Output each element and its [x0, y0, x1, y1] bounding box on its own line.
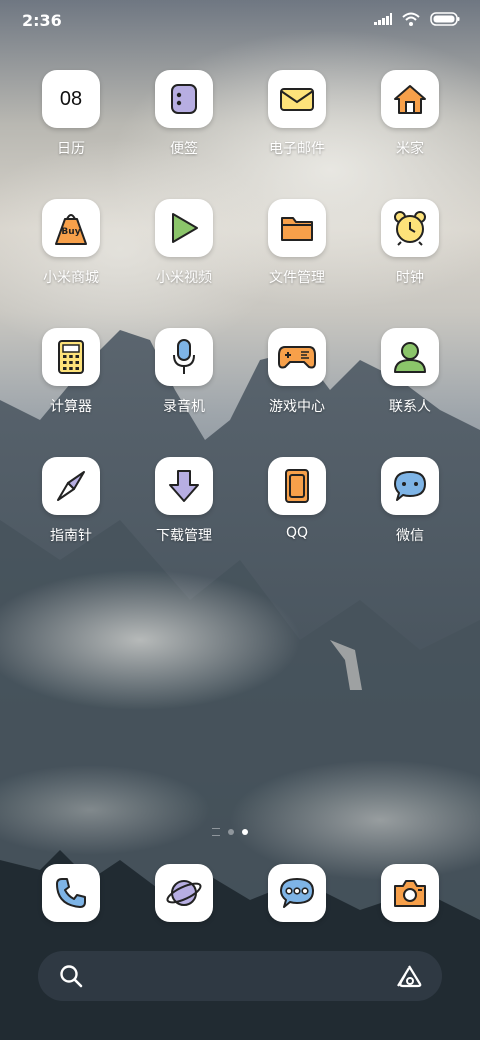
status-bar: 2:36	[0, 0, 480, 44]
app-calendar[interactable]: 08 日历	[16, 70, 126, 190]
app-icon-tile	[268, 864, 326, 922]
app-icon-tile	[155, 864, 213, 922]
compass-icon	[57, 471, 85, 501]
shopping-bag-icon: Buy	[54, 209, 88, 247]
app-label: 游戏中心	[269, 399, 325, 415]
app-label: 联系人	[389, 399, 431, 415]
app-label: 电子邮件	[269, 141, 325, 157]
search-bar[interactable]	[38, 951, 442, 1001]
folder-icon	[281, 217, 313, 241]
app-mi-store[interactable]: Buy 小米商城	[16, 199, 126, 319]
qq-icon	[285, 469, 309, 503]
app-icon-tile	[268, 70, 326, 128]
app-compass[interactable]: 指南针	[16, 457, 126, 577]
app-contacts[interactable]: 联系人	[355, 328, 465, 448]
app-qq[interactable]: QQ	[242, 457, 352, 577]
calculator-icon	[58, 340, 84, 374]
gamepad-icon	[278, 346, 316, 369]
home-icon	[394, 85, 426, 114]
app-clock[interactable]: 时钟	[355, 199, 465, 319]
app-mi-video[interactable]: 小米视频	[129, 199, 239, 319]
app-icon-tile	[268, 328, 326, 386]
app-label: 米家	[396, 141, 424, 157]
app-icon-tile	[268, 199, 326, 257]
app-label: 小米视频	[156, 270, 212, 286]
app-icon-tile	[155, 328, 213, 386]
status-time: 2:36	[22, 11, 62, 30]
dock-messages[interactable]	[242, 864, 352, 924]
contact-person-icon	[394, 342, 426, 373]
app-icon-tile	[381, 328, 439, 386]
microphone-icon	[173, 339, 195, 374]
app-label: 计算器	[50, 399, 92, 415]
download-arrow-icon	[169, 470, 199, 502]
app-icon-tile	[381, 199, 439, 257]
app-calculator[interactable]: 计算器	[16, 328, 126, 448]
app-label: 小米商城	[43, 270, 99, 286]
app-wechat[interactable]: 微信	[355, 457, 465, 577]
app-icon-tile	[381, 457, 439, 515]
app-mijia[interactable]: 米家	[355, 70, 465, 190]
app-label: 微信	[396, 528, 424, 544]
app-recorder[interactable]: 录音机	[129, 328, 239, 448]
messages-icon	[280, 878, 314, 908]
app-icon-tile	[42, 328, 100, 386]
dock-browser[interactable]	[129, 864, 239, 924]
app-icon-tile: Buy	[42, 199, 100, 257]
app-label: 日历	[57, 141, 85, 157]
app-icon-tile	[42, 864, 100, 922]
search-icon[interactable]	[58, 963, 84, 989]
app-label: QQ	[285, 525, 309, 541]
app-downloads[interactable]: 下载管理	[129, 457, 239, 577]
app-icon-tile	[155, 70, 213, 128]
app-file-manager[interactable]: 文件管理	[242, 199, 352, 319]
battery-icon	[430, 12, 460, 26]
dock-camera[interactable]	[355, 864, 465, 924]
app-icon-tile: 08	[42, 70, 100, 128]
app-icon-tile	[155, 457, 213, 515]
app-label: 下载管理	[156, 528, 212, 544]
page-dot	[228, 829, 234, 835]
app-label: 文件管理	[269, 270, 325, 286]
notes-icon	[171, 84, 197, 114]
signal-icon	[374, 13, 392, 25]
wifi-icon	[402, 12, 420, 26]
app-icon-tile	[155, 199, 213, 257]
app-notes[interactable]: 便签	[129, 70, 239, 190]
page-indicator[interactable]	[212, 828, 248, 836]
app-email[interactable]: 电子邮件	[242, 70, 352, 190]
page-dot-active	[242, 829, 248, 835]
alarm-clock-icon	[394, 211, 426, 246]
app-icon-tile	[381, 864, 439, 922]
browser-planet-icon	[166, 880, 202, 906]
app-label: 便签	[170, 141, 198, 157]
phone-icon	[56, 878, 86, 908]
calendar-icon: 08	[59, 87, 83, 110]
app-icon-tile	[381, 70, 439, 128]
app-label: 录音机	[163, 399, 205, 415]
page-indicator-menu	[212, 828, 220, 836]
camera-icon	[394, 880, 426, 907]
app-icon-tile	[268, 457, 326, 515]
app-label: 指南针	[50, 528, 92, 544]
status-icons	[374, 12, 460, 26]
assistant-icon[interactable]	[394, 963, 424, 989]
dock-phone[interactable]	[16, 864, 126, 924]
mail-icon	[280, 88, 314, 111]
shopping-bag-label: Buy	[61, 227, 81, 237]
wechat-bubble-icon	[394, 471, 426, 501]
play-icon	[172, 213, 198, 243]
app-icon-tile	[42, 457, 100, 515]
app-game-center[interactable]: 游戏中心	[242, 328, 352, 448]
app-label: 时钟	[396, 270, 424, 286]
